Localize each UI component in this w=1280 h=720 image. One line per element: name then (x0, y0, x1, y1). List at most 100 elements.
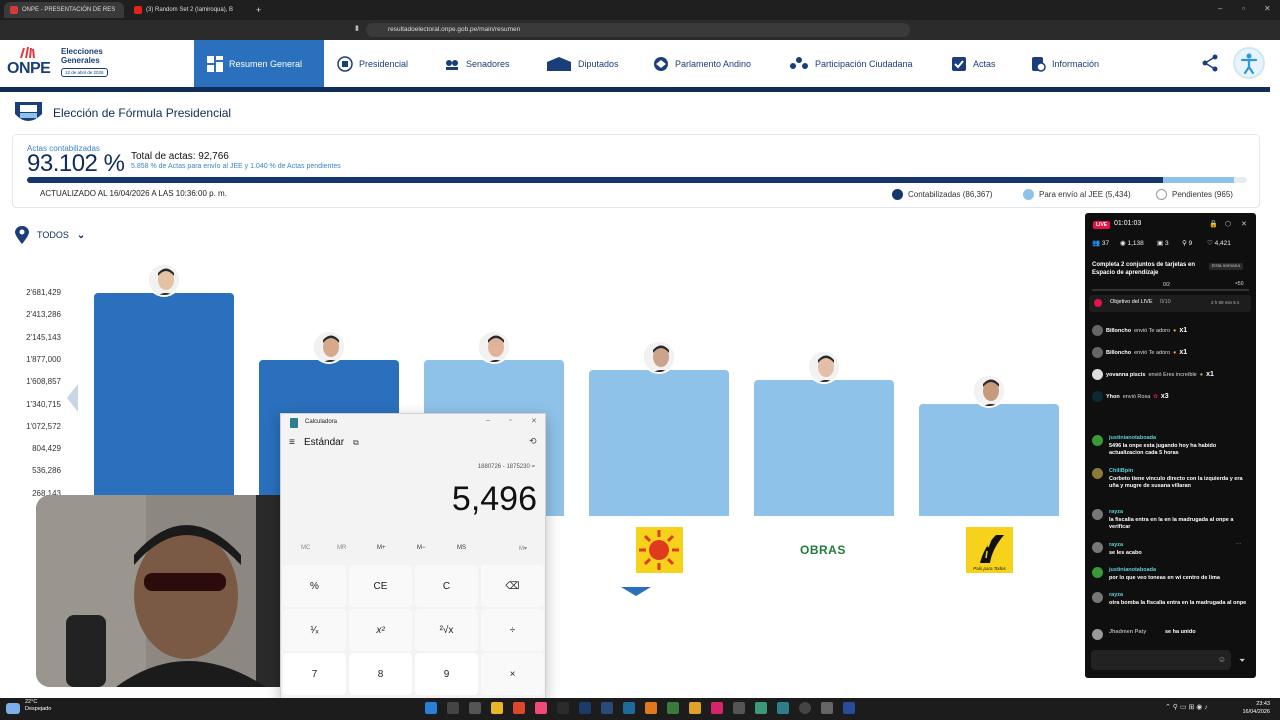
new-tab-button[interactable]: + (250, 2, 264, 18)
file-explorer-icon[interactable] (491, 702, 503, 714)
chat-message[interactable]: rayza se les acabo ⋯ (1092, 542, 1250, 560)
y-tick-label: 1'340,715 (26, 399, 61, 409)
chat-user: rayza (1109, 509, 1124, 515)
onpe-logo[interactable]: ONPE (7, 60, 51, 78)
multiply-key[interactable]: × (481, 653, 544, 695)
start-icon[interactable] (425, 702, 437, 714)
tab-youtube[interactable]: (3) Random Set 2 (Iamiroqua), B (128, 2, 250, 18)
candidate-bar[interactable] (919, 404, 1059, 516)
share-icon[interactable] (1201, 54, 1219, 72)
digit-8-key[interactable]: 8 (349, 653, 412, 695)
app-icon[interactable] (667, 702, 679, 714)
goal-progress: 0/10 (1160, 299, 1171, 305)
gift-heart-icon: ● (1173, 327, 1177, 334)
url-input[interactable]: resultadoelectoral.onpe.gob.pe/main/resu… (366, 23, 910, 37)
senate-icon (446, 59, 458, 70)
elecciones-label: Elecciones Generales (61, 47, 103, 65)
candidate-bar[interactable] (94, 293, 234, 516)
memory-store-button[interactable]: MS (457, 545, 466, 551)
calculator-window: Calculadora – ▫ ✕ ≡ Estándar ⧉ ⟲ 1880726… (280, 413, 546, 700)
steam-icon[interactable] (623, 702, 635, 714)
chart-prev-arrow[interactable] (67, 384, 78, 412)
maximize-icon[interactable]: ▫ (509, 417, 511, 424)
clock[interactable]: 23:43 16/04/2026 (1242, 700, 1270, 716)
nav-actas[interactable]: Actas (951, 40, 996, 87)
nav-resumen-general[interactable]: Resumen General (194, 40, 324, 87)
backspace-key[interactable]: ⌫ (481, 565, 544, 607)
obs-icon[interactable] (799, 702, 811, 714)
tiktok-icon[interactable] (711, 702, 723, 714)
memory-add-button[interactable]: M+ (377, 545, 386, 551)
nav-informacion[interactable]: Información (1030, 40, 1099, 87)
calculator-icon[interactable] (777, 702, 789, 714)
candidate-bar[interactable] (754, 380, 894, 516)
history-icon[interactable]: ⟲ (529, 436, 537, 447)
memory-subtract-button[interactable]: M− (417, 545, 426, 551)
bookmark-icon[interactable]: ▮ (355, 24, 359, 32)
legend-contabilizadas: Contabilizadas (86,367) (892, 189, 993, 200)
app-icon[interactable] (843, 702, 855, 714)
task-view-icon[interactable] (469, 702, 481, 714)
settings-icon[interactable]: ⬡ (1225, 220, 1231, 228)
memory-recall-button[interactable]: MR (337, 545, 346, 551)
close-window-icon[interactable]: ✕ (1264, 4, 1271, 13)
viewers-stat: 👥 37 (1092, 239, 1109, 247)
weather-widget[interactable]: 22°C Despejado (25, 699, 51, 713)
app-icon[interactable] (733, 702, 745, 714)
clear-entry-key[interactable]: CE (349, 565, 412, 607)
app-icon[interactable] (645, 702, 657, 714)
nav-label: Diputados (578, 58, 619, 69)
memory-list-button[interactable]: M▾ (519, 545, 527, 552)
close-icon[interactable]: ✕ (531, 417, 537, 425)
nav-senadores[interactable]: Senadores (444, 40, 510, 87)
lightroom-icon[interactable] (601, 702, 613, 714)
filter-label: TODOS (37, 230, 69, 240)
nav-parlamento-andino[interactable]: Parlamento Andino (653, 40, 751, 87)
avatar (1092, 369, 1103, 380)
digit-7-key[interactable]: 7 (283, 653, 346, 695)
more-options-icon[interactable]: ⋯ (1236, 542, 1242, 549)
keep-on-top-icon[interactable]: ⧉ (353, 438, 359, 448)
accessibility-button[interactable] (1233, 47, 1265, 79)
candidate-bar[interactable] (589, 370, 729, 516)
nav-presidencial[interactable]: Presidencial (337, 40, 408, 87)
square-root-key[interactable]: ²√x (415, 609, 478, 651)
settings-icon[interactable] (821, 702, 833, 714)
chat-input[interactable]: ☺ (1091, 650, 1231, 670)
lock-icon[interactable]: 🔒 (1209, 220, 1218, 228)
hamburger-icon[interactable]: ≡ (289, 437, 295, 448)
square-key[interactable]: x² (349, 609, 412, 651)
filter-icon[interactable]: ⏷ (1239, 656, 1245, 666)
live-goal[interactable]: Objetivo del LIVE 0/10 2 h 59 min 5 s (1089, 295, 1251, 312)
chat-text: Corbeto tiene vinculo directo con la izq… (1109, 476, 1243, 489)
nav-label: Senadores (466, 58, 510, 69)
chat-join-message: Jhadmen Paty se ha unido (1092, 629, 1250, 641)
divide-key[interactable]: ÷ (481, 609, 544, 651)
nav-participacion-ciudadana[interactable]: Participación Ciudadana (789, 40, 913, 87)
system-tray-icons[interactable]: ⌃ ⚲ ▭ ⊞ ◉ ♪ (1165, 703, 1208, 711)
maximize-icon[interactable]: ▫ (1242, 4, 1245, 13)
percent-key[interactable]: % (283, 565, 346, 607)
app-icon[interactable] (689, 702, 701, 714)
app-icon[interactable] (755, 702, 767, 714)
bridge-app-icon[interactable] (557, 702, 569, 714)
avatar (1092, 347, 1103, 358)
search-icon[interactable] (447, 702, 459, 714)
minimize-icon[interactable]: – (1218, 4, 1222, 13)
clear-key[interactable]: C (415, 565, 478, 607)
minimize-icon[interactable]: – (486, 417, 490, 424)
region-filter[interactable]: TODOS ⌄ (15, 226, 85, 244)
brave-browser-icon[interactable] (513, 702, 525, 714)
stat-value: 4,421 (1214, 240, 1231, 247)
emoji-icon[interactable]: ☺ (1218, 655, 1226, 664)
memory-clear-button[interactable]: MC (301, 545, 310, 551)
reciprocal-key[interactable]: ¹⁄ₓ (283, 609, 346, 651)
tab-onpe[interactable]: ONPE - PRESENTACIÓN DE RES (4, 2, 124, 18)
close-icon[interactable]: ✕ (1241, 220, 1247, 228)
digit-9-key[interactable]: 9 (415, 653, 478, 695)
photoshop-icon[interactable] (579, 702, 591, 714)
music-app-icon[interactable] (535, 702, 547, 714)
chat-text: otra bomba la fiscalia entra en la madru… (1109, 600, 1247, 606)
nav-diputados[interactable]: Diputados (546, 40, 619, 87)
avatar (1092, 592, 1103, 603)
